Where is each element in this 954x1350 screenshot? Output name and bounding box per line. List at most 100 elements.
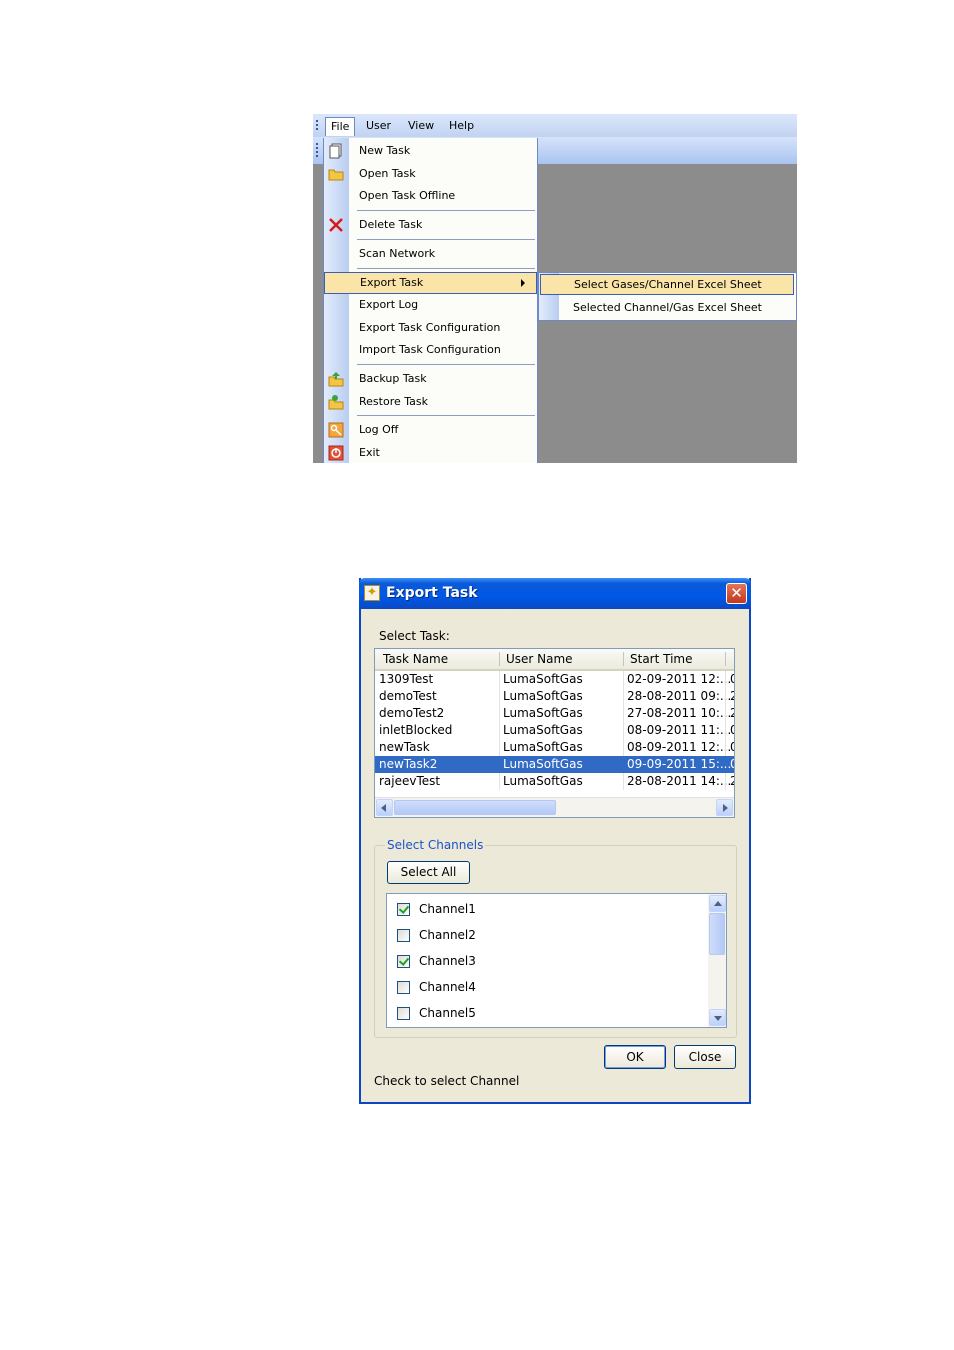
scroll-right-button[interactable] xyxy=(716,799,733,816)
vertical-scrollbar[interactable] xyxy=(708,894,726,1027)
app-icon: ✦ xyxy=(364,585,380,601)
start-time-cell: 28-08-2011 14:... xyxy=(627,774,732,788)
channel-checkbox[interactable] xyxy=(397,1007,410,1020)
menu-item-restore-task[interactable]: Restore Task xyxy=(324,391,537,413)
task-list-view[interactable]: Task Name User Name Start Time 1309Test … xyxy=(374,648,735,818)
menu-item-export-log[interactable]: Export Log xyxy=(324,294,537,316)
select-all-button[interactable]: Select All xyxy=(387,861,470,884)
backup-folder-icon xyxy=(328,372,344,387)
user-name-cell: LumaSoftGas xyxy=(503,689,583,703)
close-button[interactable]: Close xyxy=(674,1045,736,1069)
table-row-selected[interactable]: newTask2 LumaSoftGas 09-09-2011 15:... 0 xyxy=(375,756,734,773)
status-hint: Check to select Channel xyxy=(374,1074,520,1088)
task-list-header: Task Name User Name Start Time xyxy=(375,649,734,671)
menu-item-label: Open Task Offline xyxy=(359,189,456,202)
channel-label: Channel1 xyxy=(419,902,476,916)
task-name-cell: 1309Test xyxy=(379,672,434,686)
menu-separator xyxy=(357,364,535,365)
scroll-left-button[interactable] xyxy=(376,799,393,816)
start-time-cell: 27-08-2011 10:... xyxy=(627,706,732,720)
channel-checkbox[interactable] xyxy=(397,929,410,942)
submenu-arrow-icon xyxy=(521,279,525,287)
export-task-dialog: ✦ Export Task ✕ Select Task: Task Name U… xyxy=(359,578,751,1104)
menu-item-label: Scan Network xyxy=(359,247,436,260)
channel-checklist[interactable]: Channel1 Channel2 Channel3 Channel4 Chan… xyxy=(386,893,727,1028)
extra-cell: 2 xyxy=(730,774,734,788)
toolstrip-grip[interactable] xyxy=(316,143,318,157)
horizontal-scroll-thumb[interactable] xyxy=(394,800,556,815)
table-row[interactable]: inletBlocked LumaSoftGas 08-09-2011 11:.… xyxy=(375,722,734,739)
new-document-icon xyxy=(329,143,342,159)
menu-view[interactable]: View xyxy=(403,117,439,134)
start-time-cell: 02-09-2011 12:... xyxy=(627,672,732,686)
dialog-title: Export Task xyxy=(386,585,478,601)
menu-item-new-task[interactable]: New Task xyxy=(324,140,537,162)
column-header-task-name[interactable]: Task Name xyxy=(383,652,448,666)
ok-button[interactable]: OK xyxy=(604,1045,666,1069)
scroll-down-button[interactable] xyxy=(709,1009,726,1026)
menu-item-label: New Task xyxy=(359,144,411,157)
vertical-scroll-thumb[interactable] xyxy=(709,913,725,955)
menu-help[interactable]: Help xyxy=(444,117,479,134)
menu-item-export-task[interactable]: Export Task xyxy=(324,272,537,294)
menu-file[interactable]: File xyxy=(325,117,356,136)
restore-folder-icon xyxy=(328,395,344,410)
column-divider[interactable] xyxy=(725,652,726,666)
menu-item-label: Backup Task xyxy=(359,372,427,385)
channel-checkbox[interactable] xyxy=(397,955,410,968)
channel-checkbox[interactable] xyxy=(397,903,410,916)
menu-item-exit[interactable]: Exit xyxy=(324,442,537,463)
menu-item-open-task[interactable]: Open Task xyxy=(324,163,537,185)
key-icon xyxy=(328,422,344,438)
checkmark-icon xyxy=(398,903,410,914)
menu-item-log-off[interactable]: Log Off xyxy=(324,419,537,441)
export-task-submenu: Select Gases/Channel Excel Sheet Selecte… xyxy=(538,272,797,321)
menu-item-label: Import Task Configuration xyxy=(359,343,501,356)
user-name-cell: LumaSoftGas xyxy=(503,706,583,720)
column-header-user-name[interactable]: User Name xyxy=(506,652,573,666)
close-window-button[interactable]: ✕ xyxy=(726,583,747,604)
extra-cell: 0 xyxy=(730,723,734,737)
menu-bar: File User View Help xyxy=(313,114,797,137)
menu-item-backup-task[interactable]: Backup Task xyxy=(324,368,537,390)
channel-label: Channel4 xyxy=(419,980,476,994)
submenu-item-select-gases-channel[interactable]: Select Gases/Channel Excel Sheet xyxy=(540,274,794,295)
horizontal-scrollbar[interactable] xyxy=(375,797,734,817)
start-time-cell: 08-09-2011 11:... xyxy=(627,723,732,737)
menu-item-delete-task[interactable]: Delete Task xyxy=(324,214,537,236)
submenu-item-selected-channel-gas[interactable]: Selected Channel/Gas Excel Sheet xyxy=(540,297,794,318)
table-row[interactable]: rajeevTest LumaSoftGas 28-08-2011 14:...… xyxy=(375,773,734,790)
submenu-item-label: Selected Channel/Gas Excel Sheet xyxy=(573,301,762,314)
column-divider[interactable] xyxy=(623,652,624,666)
table-row[interactable]: demoTest2 LumaSoftGas 27-08-2011 10:... … xyxy=(375,705,734,722)
start-time-cell: 09-09-2011 15:... xyxy=(627,757,732,771)
task-name-cell: newTask xyxy=(379,740,430,754)
column-divider[interactable] xyxy=(499,652,500,666)
user-name-cell: LumaSoftGas xyxy=(503,740,583,754)
menu-item-export-task-configuration[interactable]: Export Task Configuration xyxy=(324,317,537,339)
menu-user[interactable]: User xyxy=(361,117,396,134)
extra-cell: 0 xyxy=(730,672,734,686)
menu-item-label: Exit xyxy=(359,446,380,459)
table-row[interactable]: newTask LumaSoftGas 08-09-2011 12:... 0 xyxy=(375,739,734,756)
menu-item-label: Delete Task xyxy=(359,218,423,231)
user-name-cell: LumaSoftGas xyxy=(503,757,583,771)
select-channels-group: Select Channels Select All Channel1 Chan… xyxy=(374,838,737,1038)
scroll-up-button[interactable] xyxy=(709,895,726,912)
task-name-cell: rajeevTest xyxy=(379,774,441,788)
menu-item-scan-network[interactable]: Scan Network xyxy=(324,243,537,265)
dialog-title-bar[interactable]: ✦ Export Task ✕ xyxy=(359,578,751,609)
extra-cell: 2 xyxy=(730,689,734,703)
select-task-label: Select Task: xyxy=(379,629,450,643)
menu-separator xyxy=(357,268,535,269)
user-name-cell: LumaSoftGas xyxy=(503,774,583,788)
table-row[interactable]: demoTest LumaSoftGas 28-08-2011 09:... 2 xyxy=(375,688,734,705)
menu-item-open-task-offline[interactable]: Open Task Offline xyxy=(324,185,537,207)
table-row[interactable]: 1309Test LumaSoftGas 02-09-2011 12:... 0 xyxy=(375,671,734,688)
column-header-start-time[interactable]: Start Time xyxy=(630,652,693,666)
channel-label: Channel3 xyxy=(419,954,476,968)
menu-item-import-task-configuration[interactable]: Import Task Configuration xyxy=(324,339,537,361)
menubar-grip[interactable] xyxy=(316,120,318,132)
channel-checkbox[interactable] xyxy=(397,981,410,994)
arrow-up-icon xyxy=(714,901,722,906)
